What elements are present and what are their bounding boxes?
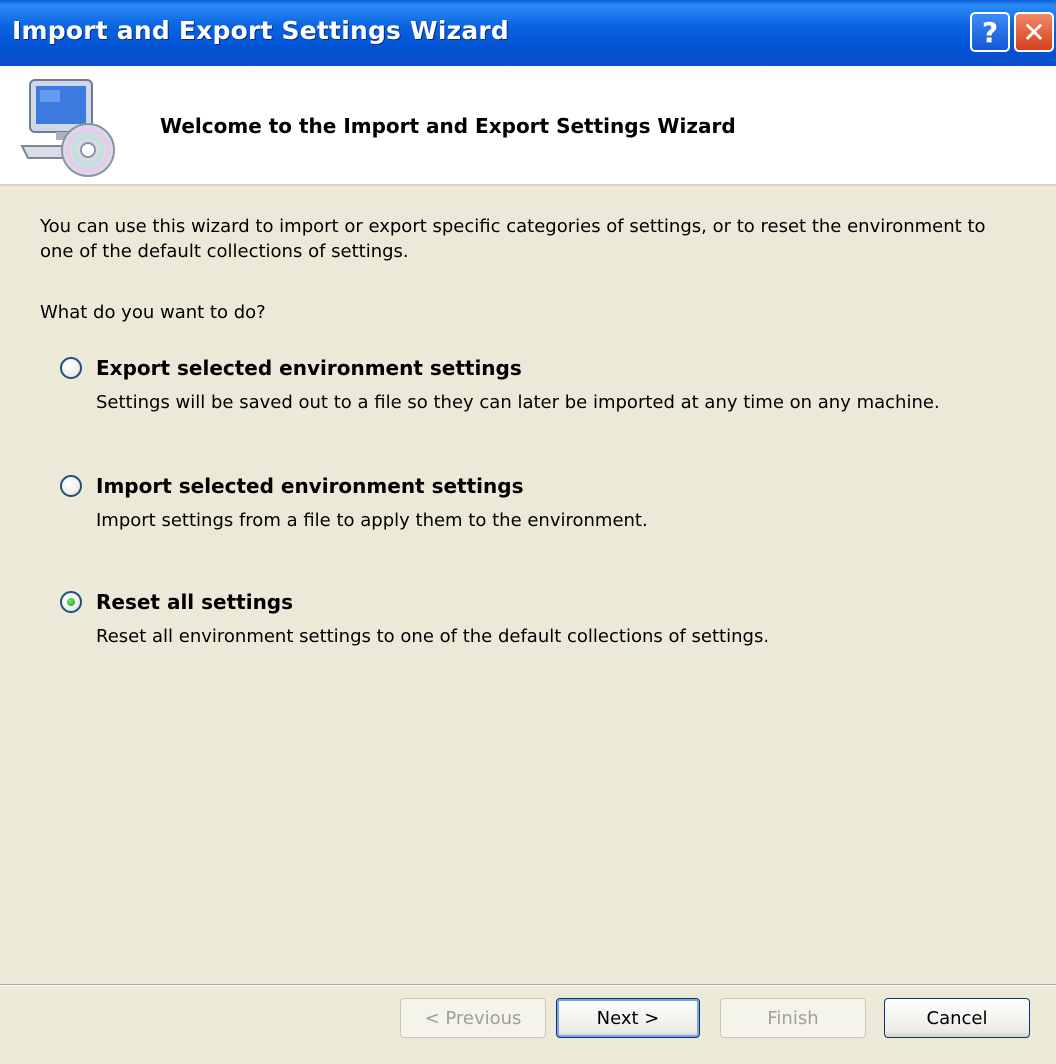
window-title: Import and Export Settings Wizard [12,16,510,45]
intro-text: You can use this wizard to import or exp… [40,216,986,262]
help-icon: ? [981,15,999,49]
radio-export[interactable] [60,357,82,379]
footer-separator [0,984,1056,986]
cancel-button[interactable]: Cancel [884,998,1030,1038]
close-icon: ✕ [1022,15,1046,49]
option-reset[interactable]: Reset all settings Reset all environment… [60,588,1020,647]
help-button[interactable]: ? [970,12,1010,52]
radio-reset[interactable] [60,591,82,613]
previous-button[interactable]: < Previous [400,998,546,1038]
option-reset-description: Reset all environment settings to one of… [96,626,770,647]
finish-button[interactable]: Finish [720,998,866,1038]
question-text: What do you want to do? [40,302,266,323]
wizard-header: Welcome to the Import and Export Setting… [0,66,1056,186]
option-export-description: Settings will be saved out to a file so … [96,392,940,413]
close-button[interactable]: ✕ [1014,12,1054,52]
option-reset-label[interactable]: Reset all settings [96,590,293,614]
computer-cd-icon [20,79,115,177]
option-export[interactable]: Export selected environment settings Set… [60,354,1020,413]
option-import-description: Import settings from a file to apply the… [96,510,648,531]
title-bar[interactable]: Import and Export Settings Wizard ? ✕ [0,0,1056,66]
radio-import[interactable] [60,475,82,497]
page-heading: Welcome to the Import and Export Setting… [160,114,736,138]
next-button[interactable]: Next > [556,998,700,1038]
wizard-window: Import and Export Settings Wizard ? ✕ We… [0,0,1056,1064]
option-export-label[interactable]: Export selected environment settings [96,356,522,380]
option-import-label[interactable]: Import selected environment settings [96,474,523,498]
option-import[interactable]: Import selected environment settings Imp… [60,472,1020,531]
radio-selected-dot [67,598,75,606]
